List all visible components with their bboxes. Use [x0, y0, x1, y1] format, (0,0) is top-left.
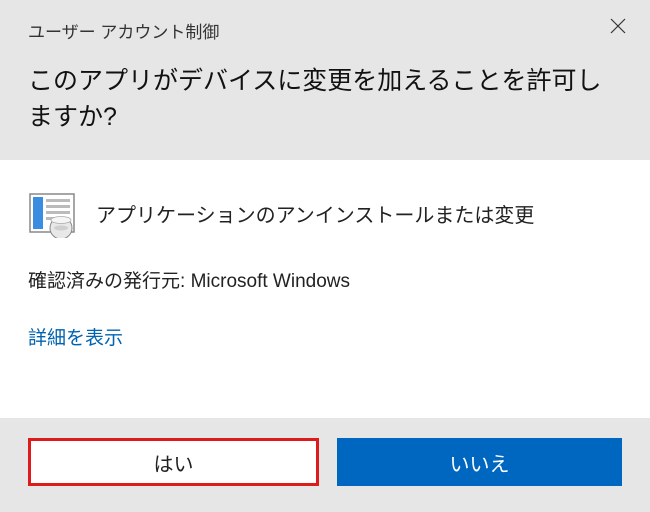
dialog-title: ユーザー アカウント制御	[28, 18, 622, 43]
close-icon	[610, 14, 626, 39]
close-button[interactable]	[604, 12, 632, 42]
uac-dialog: ユーザー アカウント制御 このアプリがデバイスに変更を加えることを許可しますか?…	[0, 0, 650, 512]
publisher-info: 確認済みの発行元: Microsoft Windows	[28, 266, 622, 293]
app-icon	[28, 190, 76, 238]
yes-button[interactable]: はい	[28, 438, 319, 486]
publisher-label: 確認済みの発行元:	[28, 271, 185, 292]
app-info-row: アプリケーションのアンインストールまたは変更	[28, 190, 622, 238]
app-name: アプリケーションのアンインストールまたは変更	[96, 199, 534, 228]
dialog-footer: はい いいえ	[0, 418, 650, 512]
dialog-header: ユーザー アカウント制御 このアプリがデバイスに変更を加えることを許可しますか?	[0, 0, 650, 160]
dialog-body: アプリケーションのアンインストールまたは変更 確認済みの発行元: Microso…	[0, 160, 650, 419]
show-details-link[interactable]: 詳細を表示	[28, 323, 622, 350]
publisher-name: Microsoft Windows	[191, 271, 350, 292]
no-button[interactable]: いいえ	[337, 438, 622, 486]
dialog-question: このアプリがデバイスに変更を加えることを許可しますか?	[28, 63, 622, 136]
